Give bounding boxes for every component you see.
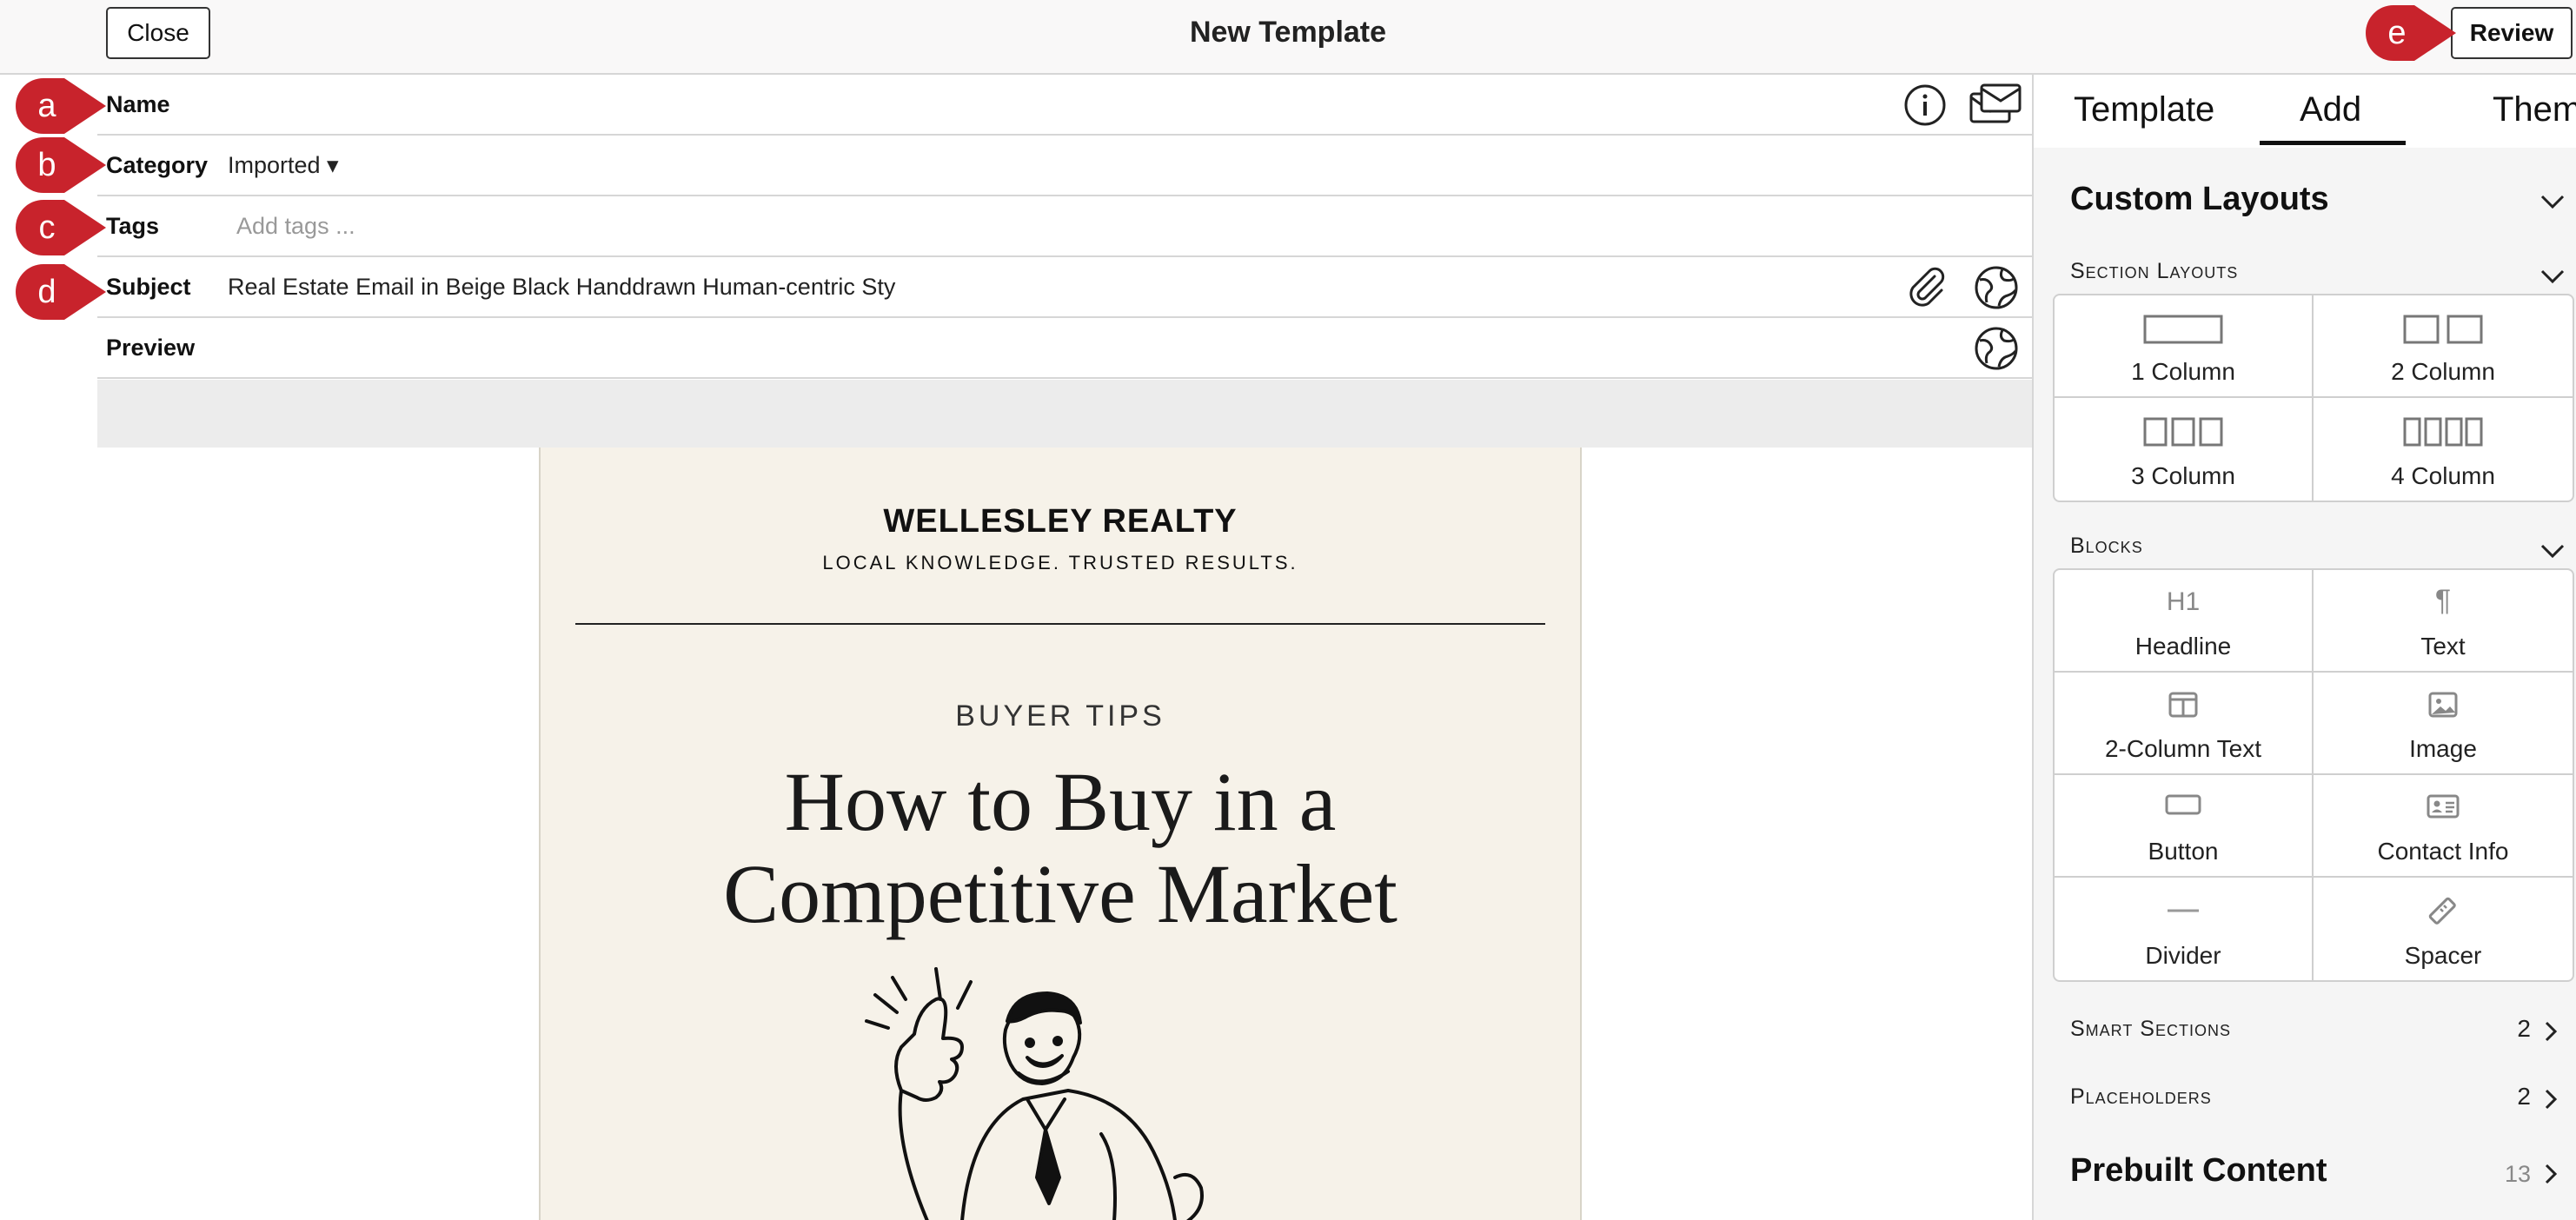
callout-marker-e: e	[2366, 5, 2456, 61]
email-brand-name[interactable]: WELLESLEY REALTY	[541, 503, 1580, 540]
section-layouts-heading[interactable]: Section Layouts	[2070, 259, 2238, 284]
three-column-icon	[2143, 417, 2223, 447]
custom-layouts-heading[interactable]: Custom Layouts	[2070, 181, 2329, 218]
layout-4-column[interactable]: 4 Column	[2314, 398, 2573, 501]
email-headline[interactable]: How to Buy in a Competitive Market	[541, 756, 1580, 940]
block-contact-info[interactable]: Contact Info	[2314, 775, 2573, 878]
divider-icon	[2168, 909, 2199, 912]
prebuilt-content-label: Prebuilt Content	[2070, 1152, 2327, 1189]
four-column-icon	[2403, 417, 2483, 447]
page-title: New Template	[1189, 16, 1387, 49]
two-column-text-icon	[2168, 692, 2198, 718]
block-2-column-text[interactable]: 2-Column Text	[2055, 673, 2314, 775]
block-text[interactable]: ¶ Text	[2314, 570, 2573, 673]
paperclip-icon[interactable]	[1903, 264, 1950, 311]
layout-1-column[interactable]: 1 Column	[2055, 295, 2314, 398]
smart-sections-row[interactable]: Smart Sections 2	[2034, 1005, 2576, 1057]
tags-input[interactable]: Add tags ...	[236, 213, 355, 240]
category-label: Category	[106, 151, 209, 178]
blocks-heading[interactable]: Blocks	[2070, 534, 2143, 559]
block-divider[interactable]: Divider	[2055, 878, 2314, 980]
preview-label: Preview	[106, 334, 196, 361]
globe-icon[interactable]	[1973, 325, 2020, 372]
subject-row: Subject Real Estate Email in Beige Black…	[97, 257, 2032, 318]
email-divider[interactable]	[575, 623, 1545, 625]
subject-label: Subject	[106, 273, 191, 300]
prebuilt-content-row[interactable]: Prebuilt Content 13	[2034, 1144, 2576, 1204]
template-header-form: Name Category Imported ▾ Tags Add tags .…	[97, 75, 2032, 379]
email-tagline[interactable]: LOCAL KNOWLEDGE. TRUSTED RESULTS.	[541, 552, 1580, 574]
category-select[interactable]: Imported ▾	[228, 152, 339, 179]
ruler-icon	[2428, 897, 2456, 925]
layout-2-column[interactable]: 2 Column	[2314, 295, 2573, 398]
review-button[interactable]: Review	[2451, 7, 2573, 59]
globe-icon[interactable]	[1973, 264, 2020, 311]
canvas-top-gutter	[97, 380, 2032, 448]
mail-settings-icon[interactable]	[1968, 82, 2023, 129]
name-label: Name	[106, 90, 170, 117]
subject-input[interactable]: Real Estate Email in Beige Black Handdra…	[228, 274, 895, 301]
block-image[interactable]: Image	[2314, 673, 2573, 775]
blocks-grid: H1 Headline ¶ Text 2-Column Text Image B…	[2053, 568, 2574, 982]
active-tab-indicator	[2260, 141, 2406, 145]
one-column-icon	[2143, 315, 2223, 344]
callout-marker-a: a	[16, 78, 106, 134]
placeholders-count: 2	[2517, 1083, 2531, 1110]
info-icon[interactable]	[1902, 82, 1949, 129]
contact-card-icon	[2427, 794, 2460, 819]
chevron-down-icon[interactable]	[2539, 193, 2566, 210]
tab-theme[interactable]: Theme	[2493, 90, 2576, 129]
layout-3-column[interactable]: 3 Column	[2055, 398, 2314, 501]
preview-row: Preview	[97, 318, 2032, 379]
smart-sections-count: 2	[2517, 1015, 2531, 1042]
callout-marker-d: d	[16, 264, 106, 320]
callout-marker-c: c	[16, 200, 106, 255]
paragraph-icon: ¶	[2434, 584, 2452, 617]
block-spacer[interactable]: Spacer	[2314, 878, 2573, 980]
chevron-down-icon[interactable]	[2539, 268, 2566, 285]
two-column-icon	[2403, 315, 2483, 344]
email-preview-canvas[interactable]: WELLESLEY REALTY LOCAL KNOWLEDGE. TRUSTE…	[539, 448, 1582, 1220]
prebuilt-content-count: 13	[2504, 1161, 2531, 1187]
email-kicker[interactable]: BUYER TIPS	[541, 700, 1580, 733]
section-layouts-grid: 1 Column 2 Column 3 Column 4 Column	[2053, 294, 2574, 502]
block-button[interactable]: Button	[2055, 775, 2314, 878]
tab-template[interactable]: Template	[2074, 90, 2214, 129]
right-panel: Template Add Theme Custom Layouts Sectio…	[2032, 75, 2576, 1220]
button-icon	[2165, 794, 2201, 815]
tags-row: Tags Add tags ...	[97, 196, 2032, 257]
category-row: Category Imported ▾	[97, 136, 2032, 196]
chevron-right-icon	[2545, 1164, 2558, 1184]
name-row[interactable]: Name	[97, 75, 2032, 136]
headline-icon: H1	[2166, 587, 2201, 616]
tags-label: Tags	[106, 212, 160, 239]
top-bar: Close New Template Review	[0, 0, 2576, 75]
callout-marker-b: b	[16, 137, 106, 193]
thumbs-up-man-illustration[interactable]	[840, 960, 1275, 1220]
tab-add[interactable]: Add	[2300, 90, 2361, 129]
chevron-down-icon[interactable]	[2539, 542, 2566, 560]
placeholders-row[interactable]: Placeholders 2	[2034, 1072, 2576, 1124]
chevron-right-icon	[2545, 1089, 2558, 1110]
canvas-background	[97, 448, 539, 1220]
image-icon	[2428, 692, 2458, 718]
panel-tabs: Template Add Theme	[2034, 75, 2576, 148]
block-headline[interactable]: H1 Headline	[2055, 570, 2314, 673]
chevron-right-icon	[2545, 1021, 2558, 1042]
